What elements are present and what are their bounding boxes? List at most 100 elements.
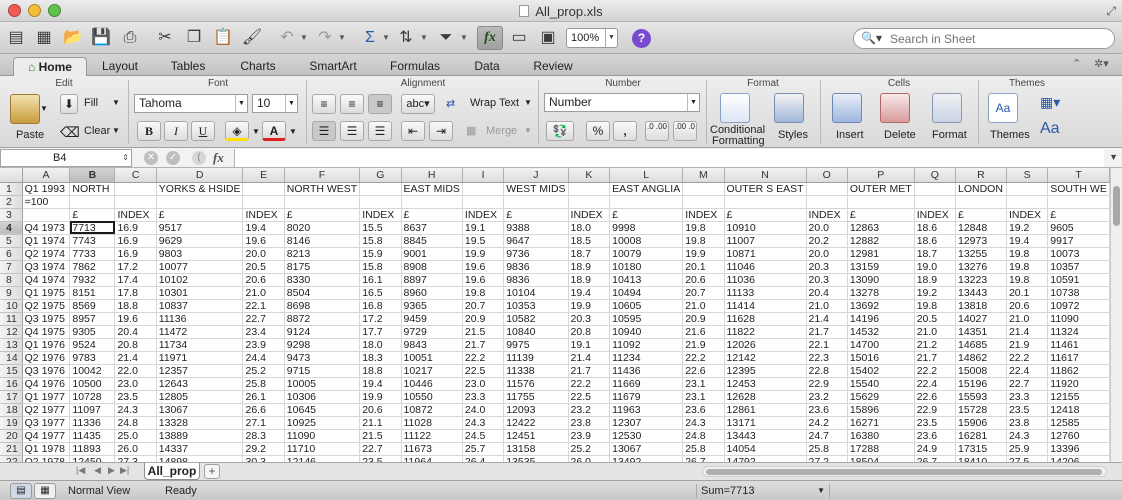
wrap-text-button[interactable]: Wrap Text [470, 97, 519, 109]
column-header[interactable]: Q [914, 168, 957, 183]
cell[interactable]: 21.9 [1006, 338, 1049, 352]
row-header[interactable]: 9 [0, 286, 23, 300]
cell[interactable]: 24.0 [462, 403, 505, 417]
insert-button[interactable]: Insert [836, 129, 864, 141]
column-header[interactable]: G [359, 168, 402, 183]
row-header[interactable]: 6 [0, 247, 23, 261]
cell[interactable]: 23.6 [914, 429, 957, 443]
cell[interactable]: 22.9 [806, 377, 848, 391]
cell[interactable]: 22.0 [114, 364, 157, 378]
cell[interactable]: 22.1 [242, 299, 285, 313]
cell[interactable]: 10837 [155, 299, 244, 313]
row-header[interactable]: 15 [0, 364, 23, 378]
active-cell[interactable]: 7713 [69, 220, 116, 235]
cell[interactable]: 19.1 [568, 338, 611, 352]
cell[interactable]: 23.6 [806, 403, 848, 417]
cell[interactable]: 9365 [400, 299, 463, 313]
cell[interactable]: 10972 [1047, 299, 1110, 313]
cell[interactable]: 23.5 [114, 390, 157, 404]
cell[interactable]: 21.1 [359, 416, 402, 430]
cell[interactable]: 10079 [609, 247, 684, 261]
cell[interactable]: 18.0 [568, 220, 611, 235]
increase-decimal-button[interactable]: .0 .00 [645, 121, 669, 141]
first-sheet-icon[interactable]: |◀ [76, 465, 85, 476]
cell[interactable]: 8151 [69, 286, 116, 300]
cell[interactable]: 21.4 [114, 351, 157, 365]
cell[interactable]: 23.6 [682, 403, 725, 417]
cell[interactable]: 19.6 [462, 260, 505, 274]
cell[interactable]: Q2 1975 [22, 299, 71, 313]
cell[interactable]: 20.3 [806, 260, 848, 274]
cell[interactable]: 22.4 [1006, 364, 1049, 378]
cell[interactable]: 18504 [846, 455, 915, 462]
tab-home[interactable]: ⌂ Home [13, 57, 87, 76]
cell[interactable]: 8637 [400, 220, 463, 235]
column-header[interactable]: K [568, 168, 611, 183]
help-icon[interactable]: ? [632, 29, 651, 48]
cell[interactable]: 9975 [503, 338, 569, 352]
cell[interactable]: 10871 [723, 247, 807, 261]
column-header[interactable]: M [682, 168, 725, 183]
cell[interactable]: YORKS & HSIDE [155, 182, 244, 196]
cell[interactable]: 8175 [283, 260, 361, 274]
cell[interactable]: 23.2 [806, 390, 848, 404]
cell[interactable]: 14337 [155, 442, 244, 456]
cell[interactable]: 19.6 [462, 273, 505, 287]
cell[interactable]: 22.3 [806, 351, 848, 365]
cell[interactable]: 15008 [955, 364, 1007, 378]
cell[interactable]: INDEX [242, 208, 285, 222]
redo-dropdown-icon[interactable]: ▼ [338, 26, 346, 50]
cell[interactable]: 13396 [1047, 442, 1110, 456]
cell[interactable] [914, 195, 957, 209]
cell[interactable]: 13818 [955, 299, 1007, 313]
number-format-select[interactable]: Number ▼ [544, 93, 700, 112]
cell[interactable]: 7862 [69, 260, 116, 274]
formula-paren-icon[interactable]: ( [192, 151, 206, 165]
print-icon[interactable]: ⎙ [118, 26, 142, 50]
select-all-corner[interactable] [0, 168, 23, 183]
cell[interactable]: 20.3 [568, 312, 611, 326]
cell[interactable] [69, 195, 116, 209]
normal-view-icon[interactable]: ▤ [10, 483, 32, 499]
column-header[interactable]: J [503, 168, 569, 183]
cell[interactable] [723, 195, 807, 209]
row-header[interactable]: 4 [0, 221, 23, 235]
cell[interactable]: 21.6 [682, 325, 725, 339]
cell[interactable]: 11092 [609, 338, 684, 352]
themes-icon[interactable]: Aa [988, 93, 1018, 123]
cell[interactable]: 25.8 [806, 442, 848, 456]
vertical-scrollbar[interactable] [1110, 168, 1122, 462]
cell[interactable]: 21.5 [359, 429, 402, 443]
cell[interactable]: 12155 [1047, 390, 1110, 404]
cell[interactable]: 13067 [155, 403, 244, 417]
cell[interactable]: 13171 [723, 416, 807, 430]
cell[interactable]: 25.8 [242, 377, 285, 391]
row-header[interactable]: 11 [0, 312, 23, 326]
cell[interactable]: 25.0 [114, 429, 157, 443]
cell[interactable]: 17.8 [114, 286, 157, 300]
cell[interactable]: Q1 1977 [22, 390, 71, 404]
wrap-text-icon[interactable]: ⇄ [446, 97, 455, 110]
row-header[interactable]: 18 [0, 403, 23, 417]
row-header[interactable]: 12 [0, 325, 23, 339]
cell[interactable]: 13276 [955, 260, 1007, 274]
cell[interactable]: 22.2 [462, 351, 505, 365]
align-top-icon[interactable]: ≡ [312, 94, 336, 114]
cell[interactable]: 27.2 [806, 455, 848, 462]
eraser-icon[interactable]: ⌫ [60, 124, 80, 141]
cell[interactable] [462, 182, 505, 196]
format-cells-icon[interactable] [932, 93, 962, 123]
column-header[interactable]: H [401, 168, 463, 183]
cell[interactable]: 15540 [846, 377, 915, 391]
cell[interactable]: 11436 [609, 364, 684, 378]
cell[interactable] [806, 182, 848, 196]
column-header[interactable]: C [114, 168, 157, 183]
templates-icon[interactable]: ▦ [32, 26, 56, 50]
cell[interactable]: 19.6 [114, 312, 157, 326]
cell[interactable]: 10102 [155, 273, 244, 287]
cell[interactable]: 10728 [69, 390, 116, 404]
cell[interactable]: 10925 [283, 416, 361, 430]
cell[interactable]: 24.8 [682, 429, 725, 443]
cell[interactable]: 23.5 [914, 416, 957, 430]
decrease-decimal-button[interactable]: .00 .0 [673, 121, 697, 141]
